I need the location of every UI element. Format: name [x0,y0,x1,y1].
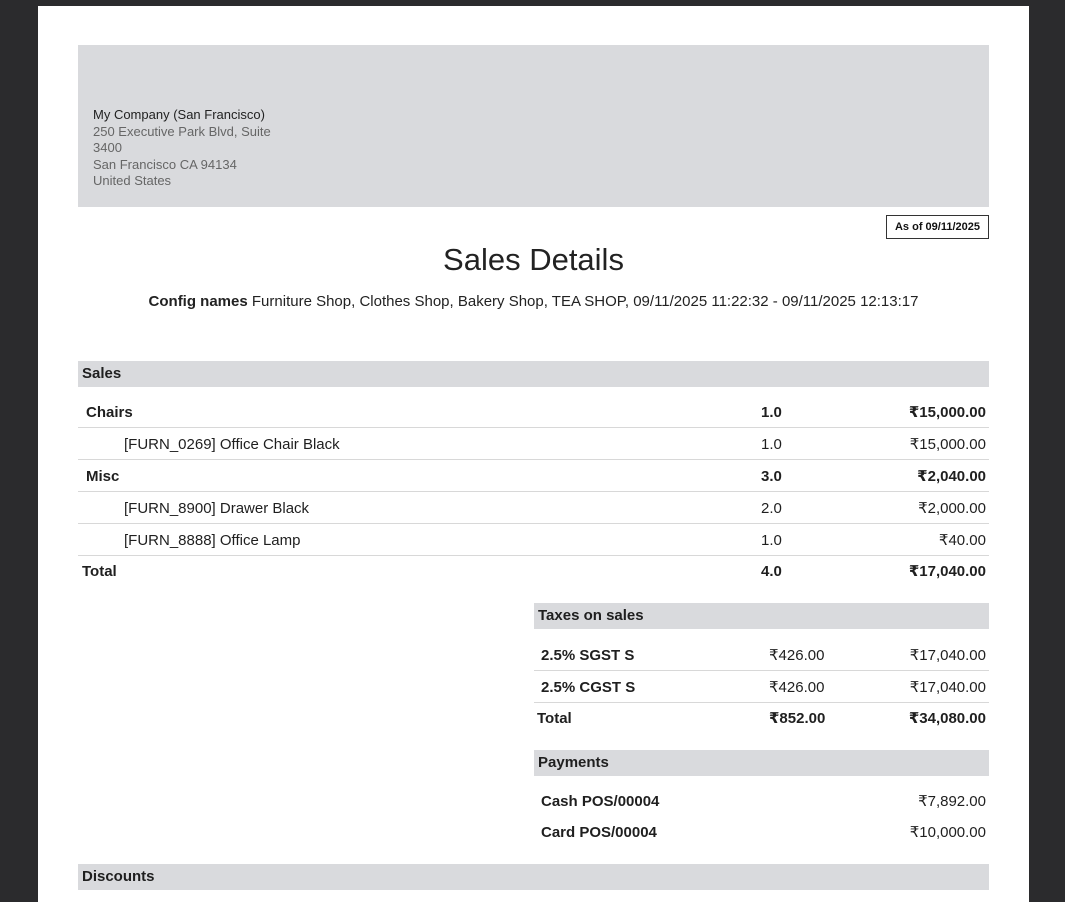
payments-section-header: Payments [534,750,989,776]
report-page: My Company (San Francisco) 250 Executive… [38,6,1029,902]
sales-section-header: Sales [78,361,989,387]
total-tax-amount: ₹852.00 [769,710,826,727]
tax-name: 2.5% SGST S [541,647,635,664]
amount: ₹2,000.00 [918,500,986,517]
tax-amount: ₹426.00 [769,679,825,696]
payment-row: Cash POS/00004 ₹7,892.00 [534,786,989,817]
total-amount: ₹17,040.00 [908,563,986,580]
total-base-amount: ₹34,080.00 [908,710,986,727]
address-line: United States [93,173,172,188]
company-name: My Company (San Francisco) [93,107,265,122]
amount: ₹40.00 [938,532,986,549]
payment-method: Card POS/00004 [541,824,657,841]
payment-method: Cash POS/00004 [541,793,660,810]
sales-product-row: [FURN_8888] Office Lamp 1.0 ₹40.00 [78,525,989,556]
amount: ₹15,000.00 [908,404,986,421]
taxes-section-header: Taxes on sales [534,603,989,629]
as-of-date-badge: As of 09/11/2025 [885,215,989,239]
config-names: Config names Furniture Shop, Clothes Sho… [38,293,1029,310]
product-name: [FURN_0269] Office Chair Black [124,436,340,453]
address-line: 250 Executive Park Blvd, Suite [93,123,271,139]
company-address-block: My Company (San Francisco) 250 Executive… [93,107,271,190]
tax-base-amount: ₹17,040.00 [909,647,986,664]
quantity: 1.0 [761,404,782,421]
config-label: Config names [148,293,248,310]
amount: ₹15,000.00 [909,436,986,453]
company-header: My Company (San Francisco) 250 Executive… [78,45,989,207]
product-name: [FURN_8900] Drawer Black [124,500,310,517]
sales-product-row: [FURN_0269] Office Chair Black 1.0 ₹15,0… [78,429,989,460]
sales-product-row: [FURN_8900] Drawer Black 2.0 ₹2,000.00 [78,493,989,524]
report-title: Sales Details [443,242,624,277]
address-line: San Francisco CA 94134 [93,156,237,172]
quantity: 2.0 [761,500,782,517]
tax-row: 2.5% SGST S ₹426.00 ₹17,040.00 [534,640,989,671]
sales-category-row: Misc 3.0 ₹2,040.00 [78,461,989,492]
category-name: Chairs [86,404,133,421]
tax-name: 2.5% CGST S [541,679,636,696]
quantity: 1.0 [761,436,782,453]
tax-amount: ₹426.00 [769,647,825,664]
total-label: Total [537,710,572,727]
sales-total-row: Total 4.0 ₹17,040.00 [78,556,989,587]
discounts-section-header: Discounts [78,864,989,890]
sales-category-row: Chairs 1.0 ₹15,000.00 [78,397,989,428]
category-name: Misc [86,468,120,485]
quantity: 3.0 [761,468,782,485]
total-label: Total [82,563,117,580]
total-quantity: 4.0 [761,563,782,580]
address-line: 3400 [93,140,122,155]
quantity: 1.0 [761,532,782,549]
amount: ₹2,040.00 [917,468,986,485]
payment-row: Card POS/00004 ₹10,000.00 [534,817,989,848]
tax-total-row: Total ₹852.00 ₹34,080.00 [534,703,989,734]
config-value: Furniture Shop, Clothes Shop, Bakery Sho… [251,293,919,310]
payment-amount: ₹10,000.00 [909,824,986,841]
tax-row: 2.5% CGST S ₹426.00 ₹17,040.00 [534,672,989,703]
payment-amount: ₹7,892.00 [918,793,986,810]
product-name: [FURN_8888] Office Lamp [124,532,301,549]
tax-base-amount: ₹17,040.00 [909,679,986,696]
